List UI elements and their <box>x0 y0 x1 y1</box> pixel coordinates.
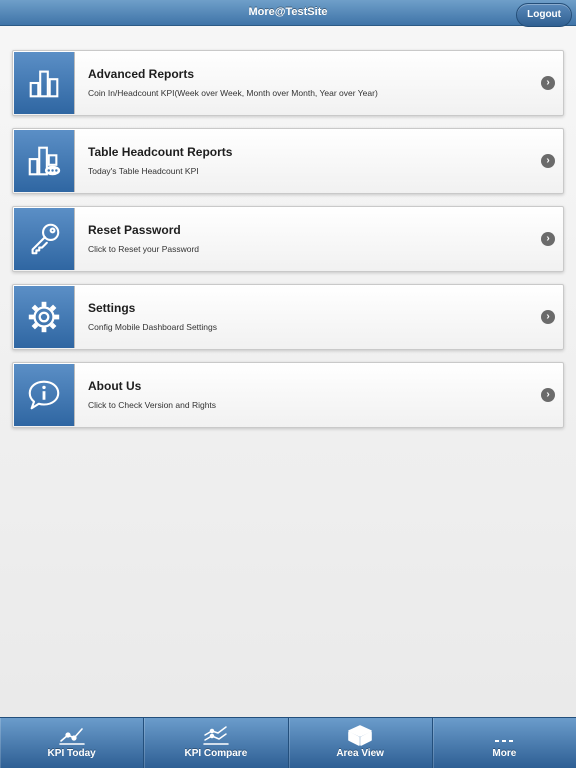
bar-chart-icon <box>14 52 75 114</box>
table-chart-icon <box>14 130 75 192</box>
more-dots-icon <box>489 724 519 746</box>
menu-item-title: About Us <box>88 379 142 393</box>
menu-item-table-headcount-reports[interactable]: Table Headcount Reports Today's Table He… <box>12 128 564 194</box>
menu-item-subtitle: Click to Reset your Password <box>88 244 200 254</box>
info-bubble-icon <box>14 364 75 426</box>
chevron-right-icon: › <box>541 232 555 246</box>
tab-label: More <box>492 748 517 759</box>
compare-chart-icon <box>201 724 231 746</box>
gear-icon <box>14 286 75 348</box>
logout-button[interactable]: Logout <box>516 3 572 27</box>
line-chart-icon <box>57 724 87 746</box>
chevron-right-icon: › <box>541 154 555 168</box>
key-icon <box>14 208 75 270</box>
menu-item-title: Reset Password <box>88 223 181 237</box>
tab-area-view[interactable]: Area View <box>289 718 433 768</box>
menu-item-subtitle: Config Mobile Dashboard Settings <box>88 322 217 332</box>
tab-label: Area View <box>336 748 384 759</box>
menu-item-title: Table Headcount Reports <box>88 145 233 159</box>
top-nav-bar: More@TestSite Logout <box>0 0 576 27</box>
chevron-right-icon: › <box>541 388 555 402</box>
tab-label: KPI Compare <box>184 748 248 759</box>
chevron-right-icon: › <box>541 310 555 324</box>
menu-item-settings[interactable]: Settings Config Mobile Dashboard Setting… <box>12 284 564 350</box>
bottom-tab-bar: KPI Today KPI Compare Area View More <box>0 717 576 768</box>
menu-item-subtitle: Click to Check Version and Rights <box>88 400 217 410</box>
page-title: More@TestSite <box>248 6 328 18</box>
tab-kpi-today[interactable]: KPI Today <box>0 718 145 768</box>
menu-item-title: Advanced Reports <box>88 67 195 81</box>
menu-item-advanced-reports[interactable]: Advanced Reports Coin In/Headcount KPI(W… <box>12 50 564 116</box>
tab-more[interactable]: More <box>433 718 576 768</box>
tab-kpi-compare[interactable]: KPI Compare <box>144 718 289 768</box>
menu-item-about-us[interactable]: About Us Click to Check Version and Righ… <box>12 362 564 428</box>
tab-label: KPI Today <box>47 748 96 759</box>
menu-item-subtitle: Coin In/Headcount KPI(Week over Week, Mo… <box>88 88 378 98</box>
menu-item-title: Settings <box>88 301 136 315</box>
menu-list: Advanced Reports Coin In/Headcount KPI(W… <box>12 50 564 440</box>
menu-item-subtitle: Today's Table Headcount KPI <box>88 166 199 176</box>
chevron-right-icon: › <box>541 76 555 90</box>
cube-icon <box>345 724 375 746</box>
menu-item-reset-password[interactable]: Reset Password Click to Reset your Passw… <box>12 206 564 272</box>
